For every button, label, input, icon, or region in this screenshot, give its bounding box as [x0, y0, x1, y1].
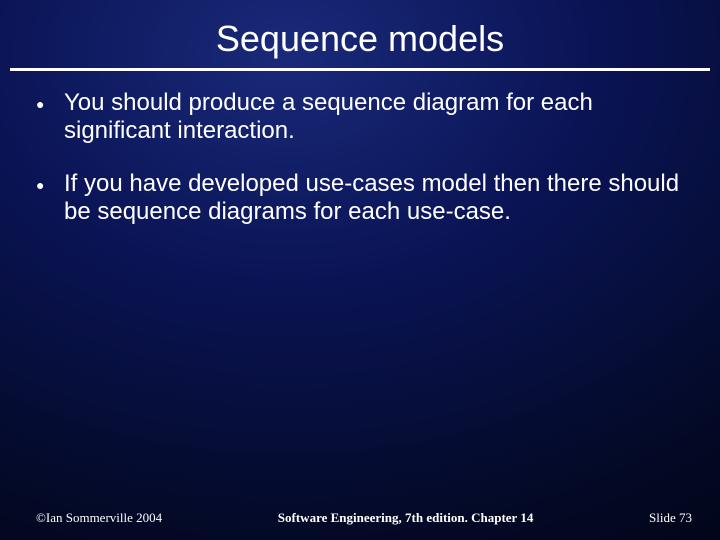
bullet-text: If you have developed use-cases model th… [64, 170, 686, 227]
footer-slide-number: Slide 73 [649, 510, 692, 526]
bullet-item: ● If you have developed use-cases model … [34, 170, 686, 227]
title-area: Sequence models [0, 0, 720, 66]
slide-title: Sequence models [0, 18, 720, 60]
content-area: ● You should produce a sequence diagram … [0, 71, 720, 226]
footer-book-title: Software Engineering, 7th edition. Chapt… [278, 510, 534, 526]
bullet-icon: ● [34, 170, 64, 200]
footer-copyright: ©Ian Sommerville 2004 [36, 510, 162, 526]
bullet-icon: ● [34, 89, 64, 119]
footer: ©Ian Sommerville 2004 Software Engineeri… [0, 510, 720, 526]
bullet-text: You should produce a sequence diagram fo… [64, 89, 686, 146]
bullet-item: ● You should produce a sequence diagram … [34, 89, 686, 146]
slide: Sequence models ● You should produce a s… [0, 0, 720, 540]
